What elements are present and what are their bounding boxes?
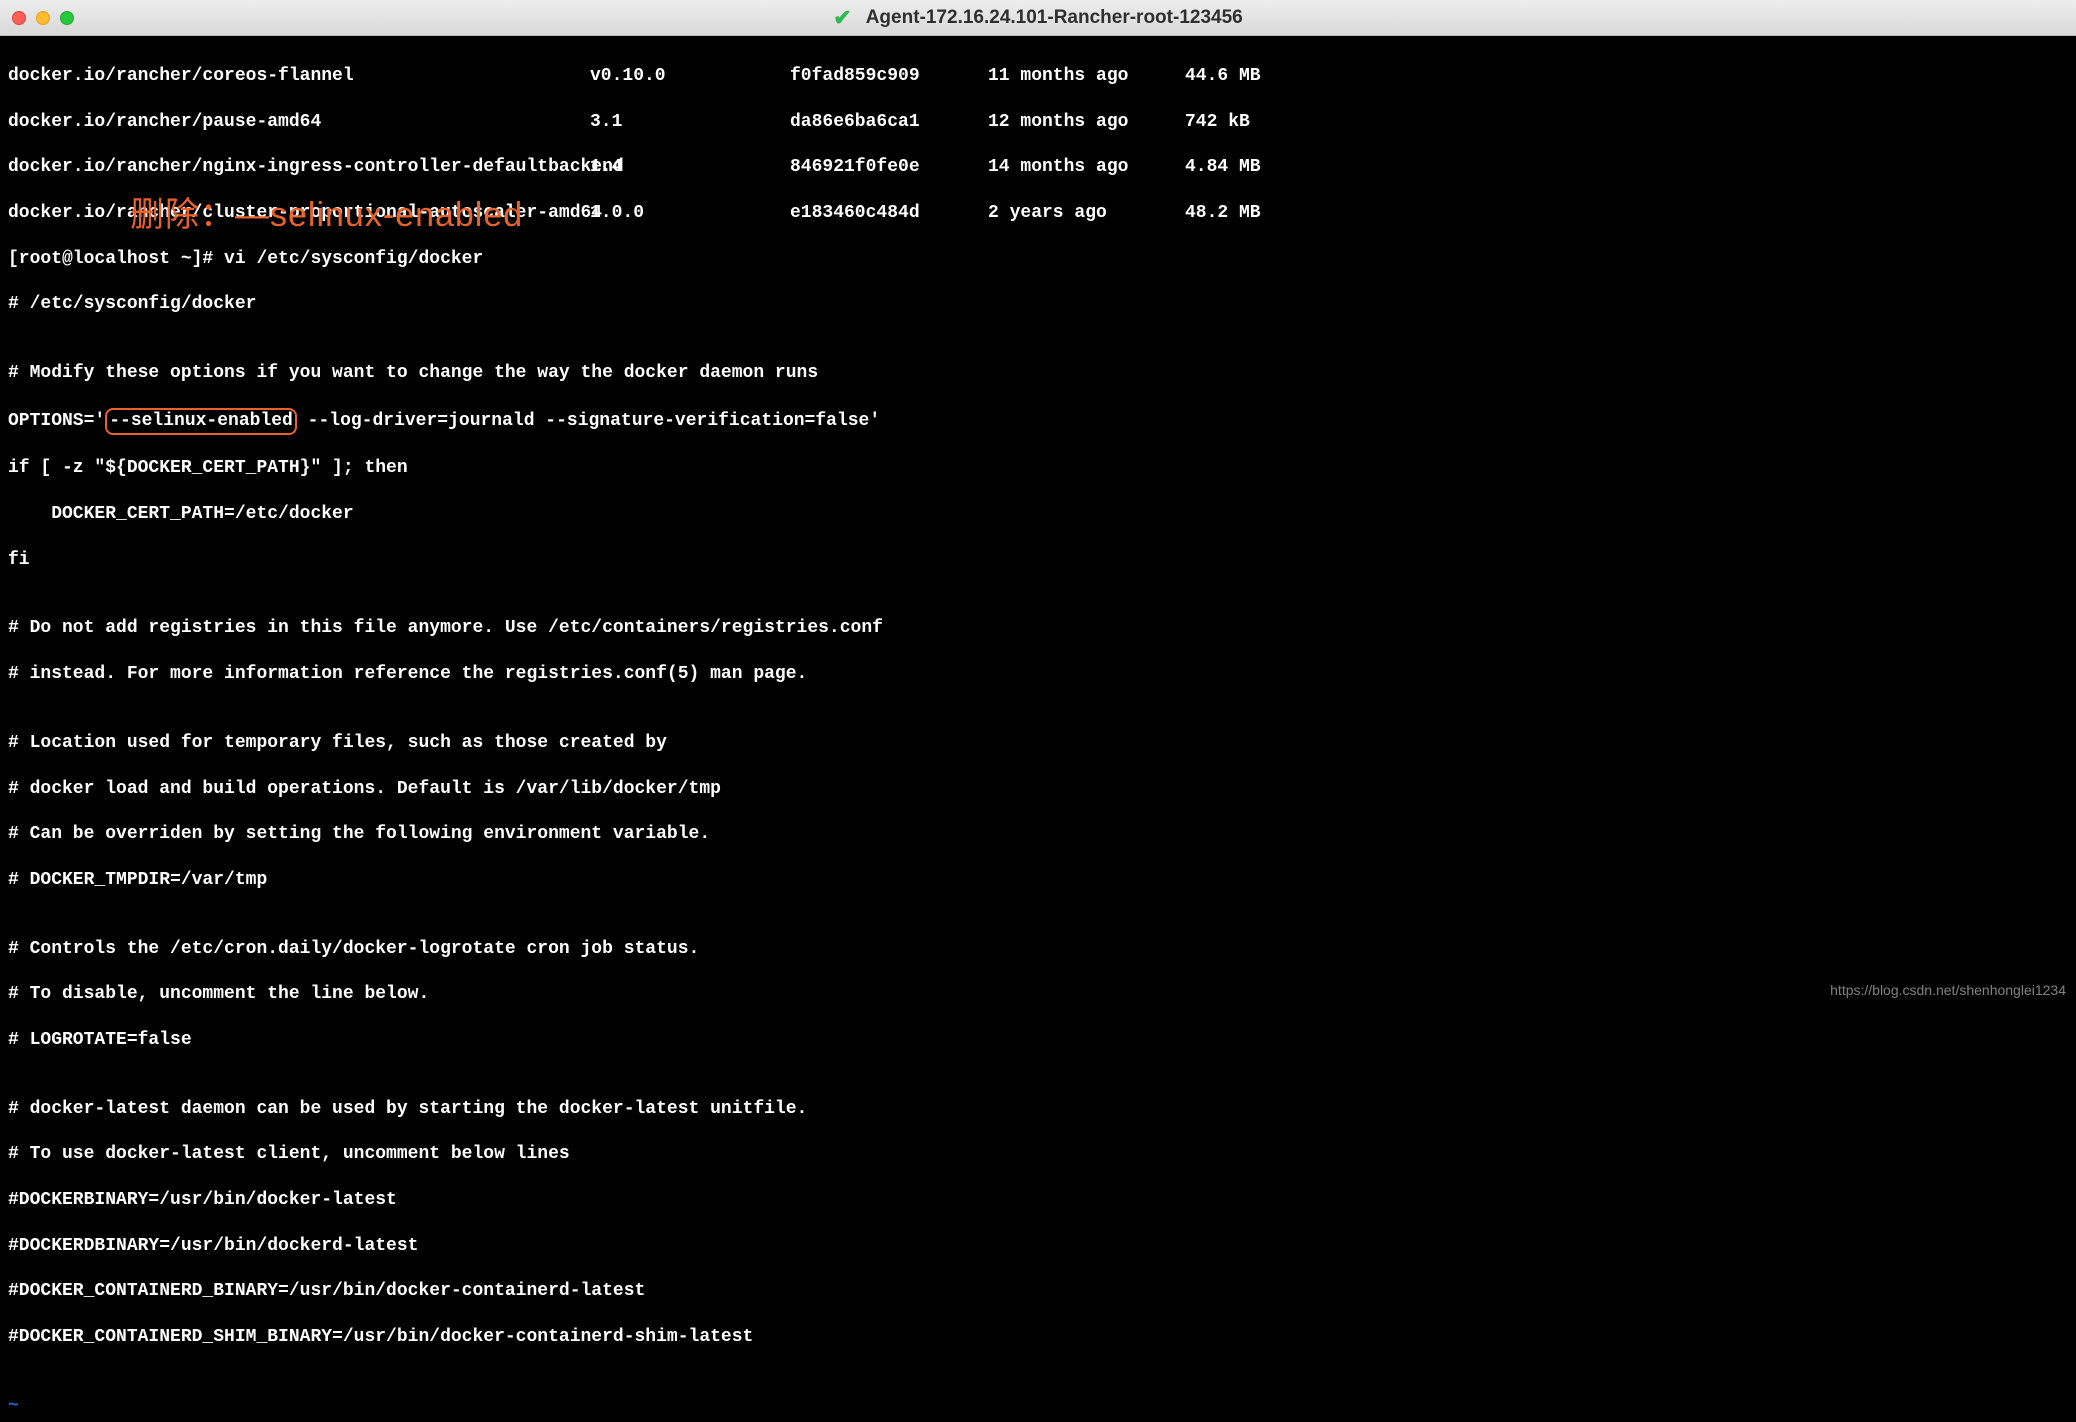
file-line: #DOCKERDBINARY=/usr/bin/dockerd-latest: [8, 1235, 2068, 1258]
terminal-output[interactable]: docker.io/rancher/coreos-flannelv0.10.0f…: [0, 36, 2076, 1422]
image-tag: 3.1: [590, 111, 790, 134]
image-id: da86e6ba6ca1: [790, 111, 988, 134]
title-center: ✔ Agent-172.16.24.101-Rancher-root-12345…: [833, 5, 1242, 31]
image-id: e183460c484d: [790, 202, 988, 225]
image-size: 742 kB: [1185, 111, 1250, 134]
close-window-button[interactable]: [12, 11, 26, 25]
file-line: fi: [8, 549, 2068, 572]
image-repo: docker.io/rancher/nginx-ingress-controll…: [8, 156, 590, 179]
window-title: Agent-172.16.24.101-Rancher-root-123456: [866, 7, 1243, 29]
file-line: # DOCKER_TMPDIR=/var/tmp: [8, 869, 2068, 892]
image-size: 44.6 MB: [1185, 65, 1261, 88]
image-tag: 1.4: [590, 156, 790, 179]
selinux-enabled-highlight: --selinux-enabled: [105, 408, 297, 435]
file-line: #DOCKERBINARY=/usr/bin/docker-latest: [8, 1189, 2068, 1212]
options-suffix: --log-driver=journald --signature-verifi…: [297, 411, 880, 431]
vi-tilde: ~: [8, 1395, 19, 1418]
image-age: 2 years ago: [988, 202, 1185, 225]
shell-prompt-line: [root@localhost ~]# vi /etc/sysconfig/do…: [8, 248, 2068, 271]
file-line: # instead. For more information referenc…: [8, 663, 2068, 686]
minimize-window-button[interactable]: [36, 11, 50, 25]
file-line: #DOCKER_CONTAINERD_SHIM_BINARY=/usr/bin/…: [8, 1326, 2068, 1349]
image-age: 12 months ago: [988, 111, 1185, 134]
image-row: docker.io/rancher/nginx-ingress-controll…: [8, 156, 2068, 179]
image-id: 846921f0fe0e: [790, 156, 988, 179]
file-line: # docker load and build operations. Defa…: [8, 778, 2068, 801]
file-line: #DOCKER_CONTAINERD_BINARY=/usr/bin/docke…: [8, 1280, 2068, 1303]
file-line: # Can be overriden by setting the follow…: [8, 823, 2068, 846]
traffic-lights: [12, 11, 74, 25]
window-titlebar: ✔ Agent-172.16.24.101-Rancher-root-12345…: [0, 0, 2076, 36]
image-tag: 1.0.0: [590, 202, 790, 225]
file-line: # To use docker-latest client, uncomment…: [8, 1143, 2068, 1166]
image-age: 14 months ago: [988, 156, 1185, 179]
file-line: # /etc/sysconfig/docker: [8, 293, 2068, 316]
image-row: docker.io/rancher/pause-amd643.1da86e6ba…: [8, 111, 2068, 134]
file-line: # docker-latest daemon can be used by st…: [8, 1098, 2068, 1121]
file-line: DOCKER_CERT_PATH=/etc/docker: [8, 503, 2068, 526]
file-line: # Do not add registries in this file any…: [8, 617, 2068, 640]
image-size: 4.84 MB: [1185, 156, 1261, 179]
file-line: if [ -z "${DOCKER_CERT_PATH}" ]; then: [8, 457, 2068, 480]
image-repo: docker.io/rancher/coreos-flannel: [8, 65, 590, 88]
delete-annotation: 删除：—selinux-enabled: [130, 194, 523, 237]
file-line: # Modify these options if you want to ch…: [8, 362, 2068, 385]
file-line: # LOGROTATE=false: [8, 1029, 2068, 1052]
image-age: 11 months ago: [988, 65, 1185, 88]
image-tag: v0.10.0: [590, 65, 790, 88]
watermark: https://blog.csdn.net/shenhonglei1234: [1830, 982, 2066, 998]
image-size: 48.2 MB: [1185, 202, 1261, 225]
maximize-window-button[interactable]: [60, 11, 74, 25]
image-row: docker.io/rancher/coreos-flannelv0.10.0f…: [8, 65, 2068, 88]
image-id: f0fad859c909: [790, 65, 988, 88]
file-line-options: OPTIONS='--selinux-enabled --log-driver=…: [8, 408, 2068, 435]
file-line: # Controls the /etc/cron.daily/docker-lo…: [8, 938, 2068, 961]
file-line: # Location used for temporary files, suc…: [8, 732, 2068, 755]
connected-check-icon: ✔: [833, 5, 851, 31]
options-prefix: OPTIONS=': [8, 411, 105, 431]
file-line: # To disable, uncomment the line below.: [8, 983, 2068, 1006]
image-repo: docker.io/rancher/pause-amd64: [8, 111, 590, 134]
